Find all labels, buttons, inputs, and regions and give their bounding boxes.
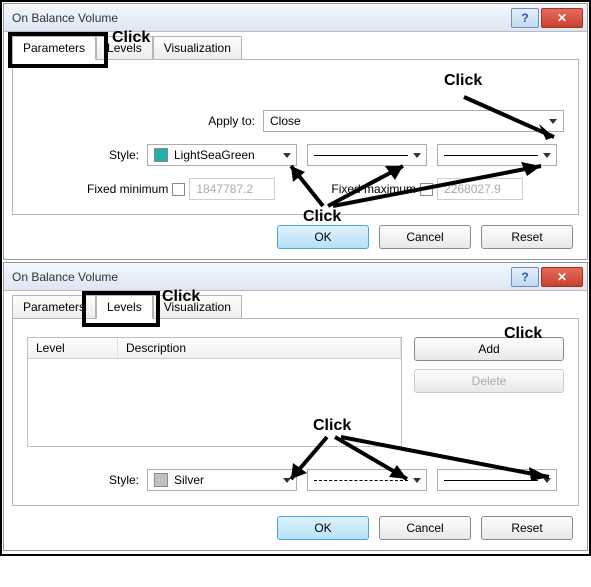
tab-label: Visualization — [164, 300, 231, 314]
button-label: Cancel — [406, 521, 443, 535]
style-color-combo[interactable]: Silver — [147, 469, 297, 491]
delete-button[interactable]: Delete — [414, 369, 564, 393]
window-title: On Balance Volume — [12, 270, 118, 284]
titlebar[interactable]: On Balance Volume ? ✕ — [4, 263, 587, 291]
tab-panel-parameters: Apply to: Close Style: LightSeaGreen Fix… — [12, 59, 579, 215]
tab-strip: Parameters Levels Visualization — [12, 295, 579, 319]
line-width-combo[interactable] — [437, 469, 557, 491]
combo-value: Close — [270, 114, 301, 128]
levels-list[interactable]: Level Description — [27, 337, 402, 447]
col-description[interactable]: Description — [118, 338, 401, 358]
tab-levels[interactable]: Levels — [96, 36, 153, 60]
help-icon: ? — [521, 270, 528, 284]
reset-button[interactable]: Reset — [481, 225, 573, 249]
ok-button[interactable]: OK — [277, 225, 369, 249]
line-sample-icon — [444, 480, 538, 481]
window-title: On Balance Volume — [12, 11, 118, 25]
tab-levels[interactable]: Levels — [96, 295, 153, 319]
line-style-combo[interactable] — [307, 469, 427, 491]
close-icon: ✕ — [557, 11, 567, 25]
tab-strip: Parameters Levels Visualization — [12, 36, 579, 60]
dialog-parameters: On Balance Volume ? ✕ Click Click Parame… — [3, 3, 588, 260]
fixed-max-checkbox[interactable] — [420, 183, 433, 196]
line-sample-icon — [444, 155, 538, 156]
cancel-button[interactable]: Cancel — [379, 516, 471, 540]
tab-panel-levels: Level Description Add Delete Click Style… — [12, 318, 579, 506]
fixed-max-label: Fixed maximum — [331, 182, 416, 196]
list-header: Level Description — [28, 338, 401, 359]
apply-to-label: Apply to: — [27, 114, 263, 128]
button-bar: OK Cancel Reset — [12, 215, 579, 251]
button-label: Delete — [472, 374, 507, 388]
tab-label: Parameters — [23, 41, 85, 55]
fixed-min-value[interactable]: 1847787.2 — [189, 178, 275, 200]
help-button[interactable]: ? — [511, 267, 539, 287]
fixed-min-label: Fixed minimum — [87, 182, 168, 196]
button-label: Reset — [511, 521, 542, 535]
tab-label: Parameters — [23, 300, 85, 314]
close-button[interactable]: ✕ — [541, 267, 583, 287]
col-level[interactable]: Level — [28, 338, 118, 358]
tab-visualization[interactable]: Visualization — [153, 36, 242, 60]
line-style-combo[interactable] — [307, 144, 427, 166]
tab-parameters[interactable]: Parameters — [12, 36, 96, 60]
button-bar: OK Cancel Reset — [12, 506, 579, 542]
tab-label: Levels — [107, 300, 142, 314]
button-label: OK — [314, 230, 331, 244]
tab-label: Levels — [107, 41, 142, 55]
dialog-levels: On Balance Volume ? ✕ Click Click Parame… — [3, 262, 588, 551]
fixed-min-checkbox[interactable] — [172, 183, 185, 196]
help-button[interactable]: ? — [511, 8, 539, 28]
titlebar[interactable]: On Balance Volume ? ✕ — [4, 4, 587, 32]
fixed-max-value[interactable]: 2268027.9 — [437, 178, 523, 200]
apply-to-combo[interactable]: Close — [263, 110, 564, 132]
close-button[interactable]: ✕ — [541, 8, 583, 28]
style-color-combo[interactable]: LightSeaGreen — [147, 144, 297, 166]
tab-visualization[interactable]: Visualization — [153, 295, 242, 319]
close-icon: ✕ — [557, 270, 567, 284]
button-label: Add — [478, 342, 499, 356]
color-swatch-icon — [154, 473, 168, 487]
cancel-button[interactable]: Cancel — [379, 225, 471, 249]
color-swatch-icon — [154, 148, 168, 162]
line-width-combo[interactable] — [437, 144, 557, 166]
add-button[interactable]: Add — [414, 337, 564, 361]
combo-value: Silver — [174, 473, 204, 487]
style-label: Style: — [27, 148, 147, 162]
button-label: Reset — [511, 230, 542, 244]
tab-parameters[interactable]: Parameters — [12, 295, 96, 319]
ok-button[interactable]: OK — [277, 516, 369, 540]
line-sample-icon — [314, 480, 408, 481]
line-sample-icon — [314, 155, 408, 156]
help-icon: ? — [521, 11, 528, 25]
tab-label: Visualization — [164, 41, 231, 55]
button-label: Cancel — [406, 230, 443, 244]
style-label: Style: — [27, 473, 147, 487]
button-label: OK — [314, 521, 331, 535]
reset-button[interactable]: Reset — [481, 516, 573, 540]
combo-value: LightSeaGreen — [174, 148, 255, 162]
